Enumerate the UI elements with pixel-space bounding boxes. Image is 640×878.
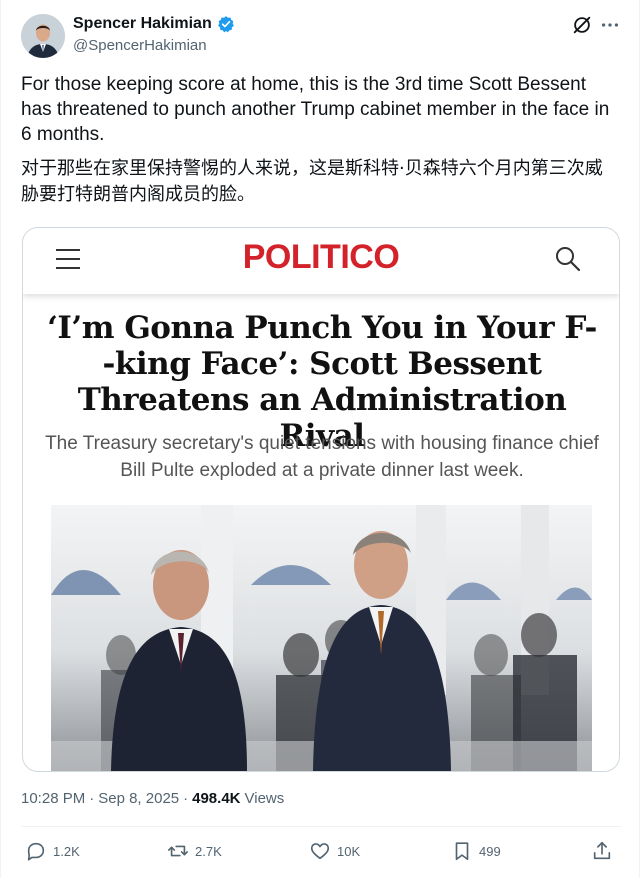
repost-icon: [168, 845, 188, 857]
more-icon[interactable]: [599, 14, 621, 36]
tweet-text: For those keeping score at home, this is…: [21, 74, 610, 145]
like-button[interactable]: 10K: [309, 840, 360, 862]
views-count: 498.4K: [192, 790, 241, 807]
avatar[interactable]: [21, 14, 65, 58]
reply-button[interactable]: 1.2K: [25, 840, 80, 862]
divider: [21, 826, 621, 827]
search-icon: [556, 247, 581, 272]
bookmark-count: 499: [479, 843, 501, 859]
avatar-image: [21, 14, 65, 58]
share-icon: [593, 841, 611, 860]
repost-count: 2.7K: [195, 843, 222, 859]
heart-icon: [310, 843, 330, 860]
author-name-row: Spencer Hakimian: [73, 15, 235, 33]
bookmark-icon: [455, 842, 469, 861]
author-handle[interactable]: @SpencerHakimian: [73, 37, 207, 54]
tweet-time[interactable]: 10:28 PM: [21, 790, 85, 807]
grok-icon[interactable]: [571, 14, 593, 36]
action-bar: 1.2K 2.7K 10K 499: [23, 840, 619, 868]
tweet-translation: 对于那些在家里保持警惕的人来说，这是斯科特·贝森特六个月内第三次威胁要打特朗普内…: [21, 158, 603, 205]
tweet-date[interactable]: Sep 8, 2025: [98, 790, 179, 807]
event-photo-image: [51, 505, 592, 771]
tweet-card: Spencer Hakimian @SpencerHakimian For th…: [0, 0, 640, 878]
like-count: 10K: [337, 843, 361, 859]
article-photo: [51, 505, 592, 771]
author-display-name[interactable]: Spencer Hakimian: [73, 15, 212, 33]
views-label: Views: [244, 790, 285, 807]
tweet-meta: 10:28 PM · Sep 8, 2025 · 498.4K Views: [21, 790, 284, 807]
article-screenshot[interactable]: POLITICO ‘I’m Gonna Punch You in Your F-…: [22, 227, 620, 772]
meta-separator: ·: [89, 790, 95, 807]
politico-logo: POLITICO: [242, 238, 400, 276]
repost-button[interactable]: 2.7K: [167, 840, 222, 862]
politico-header: POLITICO: [23, 228, 619, 294]
bookmark-button[interactable]: 499: [451, 840, 501, 862]
article-subhead: The Treasury secretary's quiet tensions …: [45, 433, 599, 481]
reply-count: 1.2K: [53, 843, 80, 859]
share-button[interactable]: [591, 840, 613, 862]
verified-badge-icon[interactable]: [217, 15, 235, 33]
meta-separator: ·: [183, 790, 189, 807]
reply-icon: [27, 842, 45, 861]
